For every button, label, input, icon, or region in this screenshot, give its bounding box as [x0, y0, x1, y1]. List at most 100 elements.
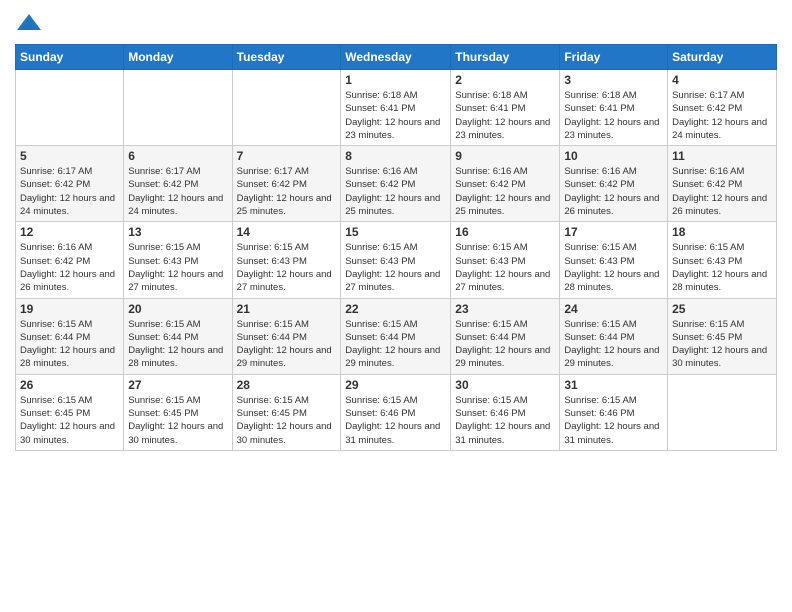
calendar-cell: 6 Sunrise: 6:17 AM Sunset: 6:42 PM Daylig… — [124, 146, 232, 222]
day-number: 6 — [128, 149, 227, 163]
weekday-header-friday: Friday — [560, 45, 668, 70]
day-number: 17 — [564, 225, 663, 239]
day-info: Sunrise: 6:15 AM Sunset: 6:43 PM Dayligh… — [345, 241, 446, 294]
day-info: Sunrise: 6:15 AM Sunset: 6:46 PM Dayligh… — [564, 394, 663, 447]
calendar-cell: 10 Sunrise: 6:16 AM Sunset: 6:42 PM Dayli… — [560, 146, 668, 222]
calendar-cell: 1 Sunrise: 6:18 AM Sunset: 6:41 PM Daylig… — [341, 70, 451, 146]
day-number: 27 — [128, 378, 227, 392]
calendar-cell: 9 Sunrise: 6:16 AM Sunset: 6:42 PM Daylig… — [451, 146, 560, 222]
calendar-cell: 20Sunrise: 6:15 AM Sunset: 6:44 PM Dayli… — [124, 298, 232, 374]
day-info: Sunrise: 6:15 AM Sunset: 6:46 PM Dayligh… — [455, 394, 555, 447]
day-number: 25 — [672, 302, 772, 316]
calendar-cell: 24 Sunrise: 6:15 AM Sunset: 6:44 PM Dayli… — [560, 298, 668, 374]
day-info: Sunrise: 6:15 AM Sunset: 6:45 PM Dayligh… — [20, 394, 119, 447]
day-info: Sunrise: 6:15 AM Sunset: 6:45 PM Dayligh… — [672, 318, 772, 371]
day-info: Sunrise: 6:15 AM Sunset: 6:44 PM Dayligh… — [455, 318, 555, 371]
day-number: 8 — [345, 149, 446, 163]
calendar-table: SundayMondayTuesdayWednesdayThursdayFrid… — [15, 44, 777, 451]
day-number: 15 — [345, 225, 446, 239]
weekday-header-thursday: Thursday — [451, 45, 560, 70]
day-info: Sunrise: 6:15 AM Sunset: 6:44 PM Dayligh… — [564, 318, 663, 371]
day-info: Sunrise: 6:15 AM Sunset: 6:43 PM Dayligh… — [564, 241, 663, 294]
weekday-header-row: SundayMondayTuesdayWednesdayThursdayFrid… — [16, 45, 777, 70]
day-info: Sunrise: 6:15 AM Sunset: 6:44 PM Dayligh… — [20, 318, 119, 371]
day-info: Sunrise: 6:15 AM Sunset: 6:45 PM Dayligh… — [128, 394, 227, 447]
calendar-cell: 18Sunrise: 6:15 AM Sunset: 6:43 PM Dayli… — [668, 222, 777, 298]
calendar-week-row: 19 Sunrise: 6:15 AM Sunset: 6:44 PM Dayli… — [16, 298, 777, 374]
day-info: Sunrise: 6:15 AM Sunset: 6:43 PM Dayligh… — [455, 241, 555, 294]
day-info: Sunrise: 6:17 AM Sunset: 6:42 PM Dayligh… — [237, 165, 337, 218]
day-number: 14 — [237, 225, 337, 239]
day-number: 18 — [672, 225, 772, 239]
weekday-header-sunday: Sunday — [16, 45, 124, 70]
calendar-cell: 27 Sunrise: 6:15 AM Sunset: 6:45 PM Dayli… — [124, 374, 232, 450]
day-info: Sunrise: 6:15 AM Sunset: 6:43 PM Dayligh… — [128, 241, 227, 294]
calendar-cell: 14Sunrise: 6:15 AM Sunset: 6:43 PM Dayli… — [232, 222, 341, 298]
calendar-cell: 16 Sunrise: 6:15 AM Sunset: 6:43 PM Dayli… — [451, 222, 560, 298]
weekday-header-saturday: Saturday — [668, 45, 777, 70]
calendar-cell: 13Sunrise: 6:15 AM Sunset: 6:43 PM Dayli… — [124, 222, 232, 298]
day-number: 2 — [455, 73, 555, 87]
calendar-cell: 30 Sunrise: 6:15 AM Sunset: 6:46 PM Dayli… — [451, 374, 560, 450]
day-info: Sunrise: 6:15 AM Sunset: 6:44 PM Dayligh… — [237, 318, 337, 371]
calendar-cell — [124, 70, 232, 146]
page-header — [15, 10, 777, 38]
calendar-page: SundayMondayTuesdayWednesdayThursdayFrid… — [0, 0, 792, 612]
day-info: Sunrise: 6:15 AM Sunset: 6:45 PM Dayligh… — [237, 394, 337, 447]
calendar-cell: 22Sunrise: 6:15 AM Sunset: 6:44 PM Dayli… — [341, 298, 451, 374]
calendar-week-row: 26 Sunrise: 6:15 AM Sunset: 6:45 PM Dayli… — [16, 374, 777, 450]
weekday-header-monday: Monday — [124, 45, 232, 70]
calendar-cell — [16, 70, 124, 146]
calendar-cell: 19 Sunrise: 6:15 AM Sunset: 6:44 PM Dayli… — [16, 298, 124, 374]
day-number: 29 — [345, 378, 446, 392]
day-info: Sunrise: 6:16 AM Sunset: 6:42 PM Dayligh… — [20, 241, 119, 294]
calendar-cell: 12 Sunrise: 6:16 AM Sunset: 6:42 PM Dayli… — [16, 222, 124, 298]
day-number: 28 — [237, 378, 337, 392]
day-info: Sunrise: 6:16 AM Sunset: 6:42 PM Dayligh… — [345, 165, 446, 218]
day-number: 4 — [672, 73, 772, 87]
day-number: 3 — [564, 73, 663, 87]
day-number: 26 — [20, 378, 119, 392]
calendar-cell: 25 Sunrise: 6:15 AM Sunset: 6:45 PM Dayli… — [668, 298, 777, 374]
calendar-week-row: 12 Sunrise: 6:16 AM Sunset: 6:42 PM Dayli… — [16, 222, 777, 298]
day-number: 30 — [455, 378, 555, 392]
calendar-week-row: 1 Sunrise: 6:18 AM Sunset: 6:41 PM Daylig… — [16, 70, 777, 146]
day-number: 10 — [564, 149, 663, 163]
calendar-cell: 17 Sunrise: 6:15 AM Sunset: 6:43 PM Dayli… — [560, 222, 668, 298]
calendar-cell: 8 Sunrise: 6:16 AM Sunset: 6:42 PM Daylig… — [341, 146, 451, 222]
day-number: 5 — [20, 149, 119, 163]
calendar-cell: 15 Sunrise: 6:15 AM Sunset: 6:43 PM Dayli… — [341, 222, 451, 298]
day-number: 7 — [237, 149, 337, 163]
day-number: 31 — [564, 378, 663, 392]
calendar-week-row: 5 Sunrise: 6:17 AM Sunset: 6:42 PM Daylig… — [16, 146, 777, 222]
day-number: 11 — [672, 149, 772, 163]
calendar-cell: 23Sunrise: 6:15 AM Sunset: 6:44 PM Dayli… — [451, 298, 560, 374]
day-info: Sunrise: 6:18 AM Sunset: 6:41 PM Dayligh… — [345, 89, 446, 142]
day-info: Sunrise: 6:16 AM Sunset: 6:42 PM Dayligh… — [672, 165, 772, 218]
calendar-cell: 26 Sunrise: 6:15 AM Sunset: 6:45 PM Dayli… — [16, 374, 124, 450]
day-number: 16 — [455, 225, 555, 239]
calendar-cell — [668, 374, 777, 450]
day-info: Sunrise: 6:16 AM Sunset: 6:42 PM Dayligh… — [455, 165, 555, 218]
logo-icon — [15, 10, 43, 38]
day-number: 12 — [20, 225, 119, 239]
day-info: Sunrise: 6:17 AM Sunset: 6:42 PM Dayligh… — [672, 89, 772, 142]
day-number: 19 — [20, 302, 119, 316]
day-info: Sunrise: 6:17 AM Sunset: 6:42 PM Dayligh… — [128, 165, 227, 218]
logo — [15, 10, 47, 38]
calendar-cell: 4 Sunrise: 6:17 AM Sunset: 6:42 PM Daylig… — [668, 70, 777, 146]
day-number: 24 — [564, 302, 663, 316]
day-number: 9 — [455, 149, 555, 163]
day-info: Sunrise: 6:15 AM Sunset: 6:44 PM Dayligh… — [128, 318, 227, 371]
day-number: 22 — [345, 302, 446, 316]
day-info: Sunrise: 6:16 AM Sunset: 6:42 PM Dayligh… — [564, 165, 663, 218]
day-info: Sunrise: 6:18 AM Sunset: 6:41 PM Dayligh… — [564, 89, 663, 142]
day-info: Sunrise: 6:15 AM Sunset: 6:46 PM Dayligh… — [345, 394, 446, 447]
calendar-cell: 5Sunrise: 6:17 AM Sunset: 6:42 PM Daylig… — [16, 146, 124, 222]
calendar-cell: 7 Sunrise: 6:17 AM Sunset: 6:42 PM Daylig… — [232, 146, 341, 222]
day-number: 1 — [345, 73, 446, 87]
weekday-header-wednesday: Wednesday — [341, 45, 451, 70]
calendar-cell: 21Sunrise: 6:15 AM Sunset: 6:44 PM Dayli… — [232, 298, 341, 374]
calendar-cell: 2 Sunrise: 6:18 AM Sunset: 6:41 PM Daylig… — [451, 70, 560, 146]
day-info: Sunrise: 6:18 AM Sunset: 6:41 PM Dayligh… — [455, 89, 555, 142]
